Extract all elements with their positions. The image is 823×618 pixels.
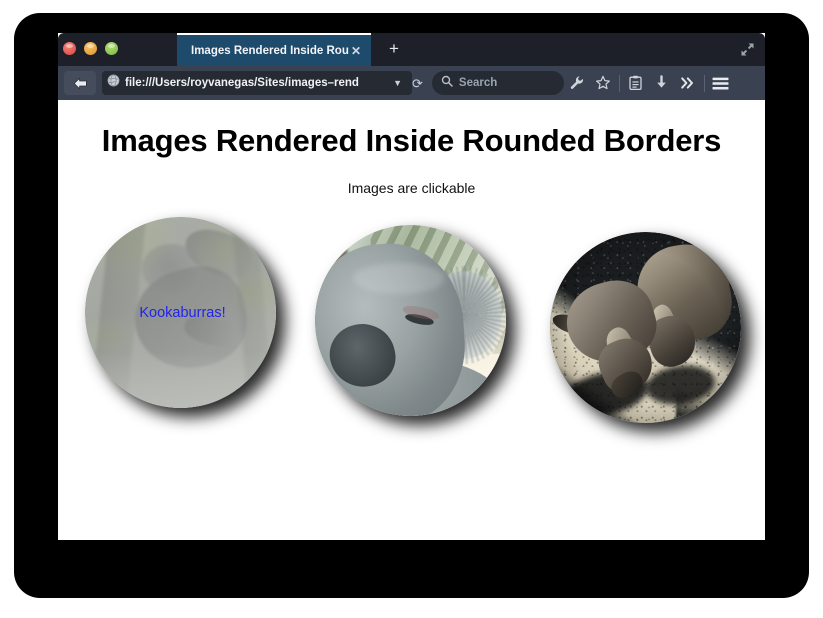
reader-icon[interactable] xyxy=(623,71,649,95)
tab-title: Images Rendered Inside Roun... xyxy=(191,44,349,57)
wrench-icon[interactable] xyxy=(564,71,590,95)
image-link-wallabies[interactable] xyxy=(550,232,741,423)
wallabies-photo xyxy=(550,232,741,423)
image-caption-kookaburras: Kookaburras! xyxy=(139,304,226,321)
new-tab-button[interactable]: + xyxy=(385,40,403,58)
hamburger-menu-icon[interactable] xyxy=(708,71,734,95)
image-link-koala[interactable] xyxy=(315,225,506,416)
star-icon[interactable] xyxy=(590,71,616,95)
toolbar-divider-2 xyxy=(703,74,705,92)
search-placeholder: Search xyxy=(458,77,498,89)
magnifier-icon xyxy=(441,74,453,92)
search-input[interactable]: Search xyxy=(431,71,564,95)
back-arrow-icon xyxy=(73,77,87,89)
window-controls xyxy=(63,42,118,55)
image-link-kookaburras[interactable]: Kookaburras! xyxy=(85,217,276,408)
page-subtitle: Images are clickable xyxy=(347,180,476,196)
navigation-toolbar: file:///Users/royvanegas/Sites/images–re… xyxy=(58,66,765,100)
fullscreen-icon[interactable] xyxy=(739,41,756,58)
toolbar-divider xyxy=(618,74,620,92)
page-viewport: Images Rendered Inside Rounded Borders I… xyxy=(58,100,765,540)
url-input[interactable]: file:///Users/royvanegas/Sites/images–re… xyxy=(102,71,412,95)
url-text: file:///Users/royvanegas/Sites/images–re… xyxy=(125,77,359,89)
koala-photo xyxy=(315,225,506,416)
tab-strip: Images Rendered Inside Roun... ✕ + xyxy=(58,33,765,66)
download-icon[interactable] xyxy=(649,71,675,95)
close-tab-icon[interactable]: ✕ xyxy=(349,45,371,57)
page-title: Images Rendered Inside Rounded Borders xyxy=(101,123,722,158)
close-window-button[interactable] xyxy=(63,42,76,55)
image-gallery: Kookaburras! xyxy=(58,217,765,437)
browser-tab-active[interactable]: Images Rendered Inside Roun... ✕ xyxy=(177,33,371,66)
reload-icon[interactable]: ⟳ xyxy=(412,77,425,90)
overflow-chevrons-icon[interactable] xyxy=(675,71,701,95)
screenshot-root: Images Rendered Inside Roun... ✕ + file:… xyxy=(0,0,823,618)
zoom-window-button[interactable] xyxy=(105,42,118,55)
back-button[interactable] xyxy=(64,71,96,95)
globe-icon xyxy=(107,74,120,92)
chevron-down-icon[interactable]: ▼ xyxy=(388,78,407,88)
browser-window: Images Rendered Inside Roun... ✕ + file:… xyxy=(58,33,765,540)
minimize-window-button[interactable] xyxy=(84,42,97,55)
